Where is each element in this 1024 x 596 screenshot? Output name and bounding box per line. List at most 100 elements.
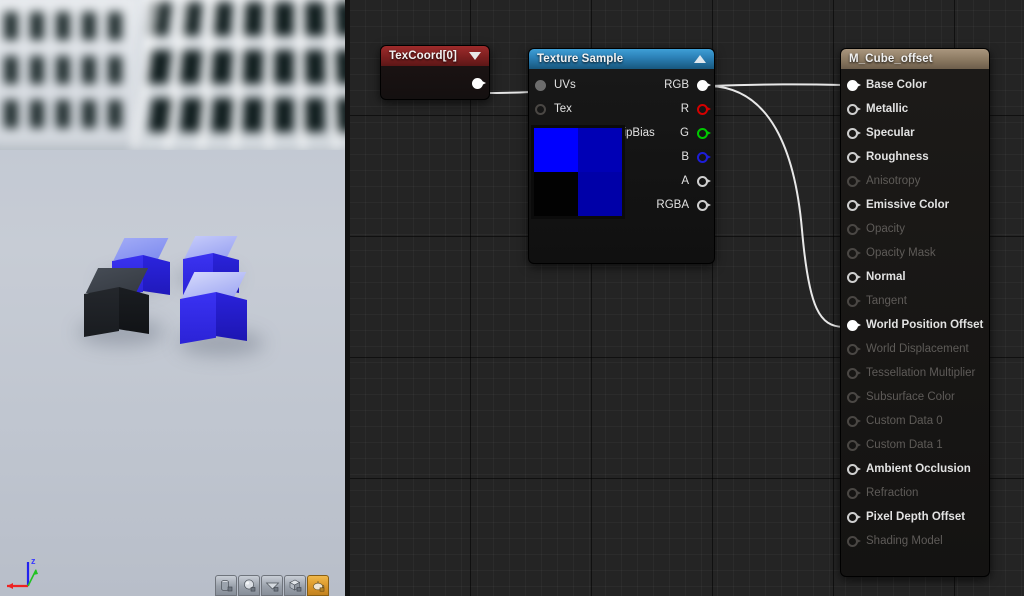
pin-dot[interactable]: [697, 104, 708, 115]
sphere-icon: [242, 578, 257, 593]
building-window: [30, 12, 44, 40]
pin-output-rgba[interactable]: RGBA: [656, 196, 708, 214]
pin-input-roughness[interactable]: Roughness: [847, 148, 929, 166]
pin-input-opacity[interactable]: Opacity: [847, 220, 905, 238]
node-texcoord-header[interactable]: TexCoord[0]: [380, 45, 490, 66]
pin-input-emissive-color[interactable]: Emissive Color: [847, 196, 949, 214]
pin-dot[interactable]: [847, 104, 858, 115]
pin-input-refraction[interactable]: Refraction: [847, 484, 918, 502]
pin-input-tessellation-multiplier[interactable]: Tessellation Multiplier: [847, 364, 975, 382]
pin-label: Opacity: [866, 223, 905, 235]
texture-cell: [534, 172, 578, 216]
viewport-sky-backdrop: [0, 0, 345, 152]
pin-dot[interactable]: [847, 392, 858, 403]
pin-input-uvs[interactable]: UVs: [535, 76, 576, 94]
preview-shape-toolbar[interactable]: [215, 575, 329, 596]
node-texcoord-title: TexCoord[0]: [389, 50, 457, 62]
building-window: [179, 98, 202, 132]
pin-input-tangent[interactable]: Tangent: [847, 292, 907, 310]
material-graph-canvas[interactable]: TexCoord[0] Texture Sample UVs: [350, 0, 1024, 596]
pin-input-custom-data-0[interactable]: Custom Data 0: [847, 412, 943, 430]
pin-dot[interactable]: [847, 176, 858, 187]
pin-input-pixel-depth-offset[interactable]: Pixel Depth Offset: [847, 508, 965, 526]
pin-dot[interactable]: [847, 248, 858, 259]
pin-dot[interactable]: [697, 200, 708, 211]
pin-label: Anisotropy: [866, 175, 920, 187]
pin-label: Custom Data 1: [866, 439, 943, 451]
chevron-up-icon[interactable]: [694, 55, 706, 63]
pin-dot[interactable]: [847, 440, 858, 451]
pin-output-rgb[interactable]: RGB: [664, 76, 708, 94]
pin-dot[interactable]: [697, 152, 708, 163]
pin-label: Roughness: [866, 151, 929, 163]
pin-output-a[interactable]: A: [681, 172, 708, 190]
pin-dot[interactable]: [847, 368, 858, 379]
pin-dot[interactable]: [472, 78, 483, 89]
pin-input-opacity-mask[interactable]: Opacity Mask: [847, 244, 936, 262]
texture-thumbnail[interactable]: [531, 125, 625, 219]
pin-label: R: [681, 103, 689, 115]
pin-dot[interactable]: [535, 104, 546, 115]
pin-dot[interactable]: [847, 320, 858, 331]
pin-dot[interactable]: [847, 416, 858, 427]
preview-shape-cylinder[interactable]: [215, 575, 237, 596]
preview-shape-sphere[interactable]: [238, 575, 260, 596]
pin-input-base-color[interactable]: Base Color: [847, 76, 927, 94]
building-window: [335, 2, 345, 36]
pin-input-subsurface-color[interactable]: Subsurface Color: [847, 388, 955, 406]
building-window: [82, 12, 96, 40]
pin-input-anisotropy[interactable]: Anisotropy: [847, 172, 920, 190]
pin-texcoord-output[interactable]: [472, 74, 483, 92]
building-window: [274, 50, 294, 84]
pin-dot[interactable]: [847, 200, 858, 211]
node-texture-sample[interactable]: Texture Sample UVs Tex Apply View MipBia…: [528, 48, 715, 264]
node-texture-sample-header[interactable]: Texture Sample: [528, 48, 715, 69]
pin-dot[interactable]: [847, 296, 858, 307]
pin-dot[interactable]: [847, 536, 858, 547]
building-window: [56, 12, 70, 40]
pin-input-world-position-offset[interactable]: World Position Offset: [847, 316, 983, 334]
building-window: [274, 98, 294, 132]
pin-dot[interactable]: [847, 152, 858, 163]
pin-input-ambient-occlusion[interactable]: Ambient Occlusion: [847, 460, 971, 478]
pin-label: Tessellation Multiplier: [866, 367, 975, 379]
pin-input-normal[interactable]: Normal: [847, 268, 906, 286]
preview-shape-cube[interactable]: [284, 575, 306, 596]
pin-input-metallic[interactable]: Metallic: [847, 100, 908, 118]
pin-dot[interactable]: [697, 128, 708, 139]
material-preview-viewport[interactable]: z: [0, 0, 345, 596]
pin-dot[interactable]: [847, 488, 858, 499]
pin-dot[interactable]: [697, 176, 708, 187]
building-window: [4, 100, 18, 128]
pin-input-world-displacement[interactable]: World Displacement: [847, 340, 969, 358]
pin-dot[interactable]: [535, 80, 546, 91]
pin-output-b[interactable]: B: [681, 148, 708, 166]
pin-dot[interactable]: [847, 512, 858, 523]
chevron-down-icon[interactable]: [469, 52, 481, 60]
node-material-body: Base Color Metallic Specular Roughness Aniso…: [840, 69, 990, 577]
node-material-header[interactable]: M_Cube_offset: [840, 48, 990, 69]
texture-cell: [534, 128, 578, 172]
node-texcoord[interactable]: TexCoord[0]: [380, 45, 490, 100]
pin-output-r[interactable]: R: [681, 100, 708, 118]
pin-dot[interactable]: [847, 272, 858, 283]
pin-dot[interactable]: [847, 224, 858, 235]
preview-shape-custom-mesh[interactable]: [307, 575, 329, 596]
pin-input-specular[interactable]: Specular: [847, 124, 915, 142]
pin-dot[interactable]: [847, 464, 858, 475]
node-material-output[interactable]: M_Cube_offset Base Color Metallic Specular…: [840, 48, 990, 577]
building-window: [242, 50, 263, 84]
preview-shape-plane[interactable]: [261, 575, 283, 596]
cube-dark-front-left: [84, 268, 149, 340]
pin-input-tex[interactable]: Tex: [535, 100, 572, 118]
building-window: [305, 50, 326, 84]
pin-dot[interactable]: [697, 80, 708, 91]
pin-label: Specular: [866, 127, 915, 139]
pin-dot[interactable]: [847, 80, 858, 91]
pin-input-custom-data-1[interactable]: Custom Data 1: [847, 436, 943, 454]
pin-output-g[interactable]: G: [680, 124, 708, 142]
pin-dot[interactable]: [847, 128, 858, 139]
pin-input-shading-model[interactable]: Shading Model: [847, 532, 943, 550]
pin-dot[interactable]: [847, 344, 858, 355]
building-window: [179, 50, 202, 84]
